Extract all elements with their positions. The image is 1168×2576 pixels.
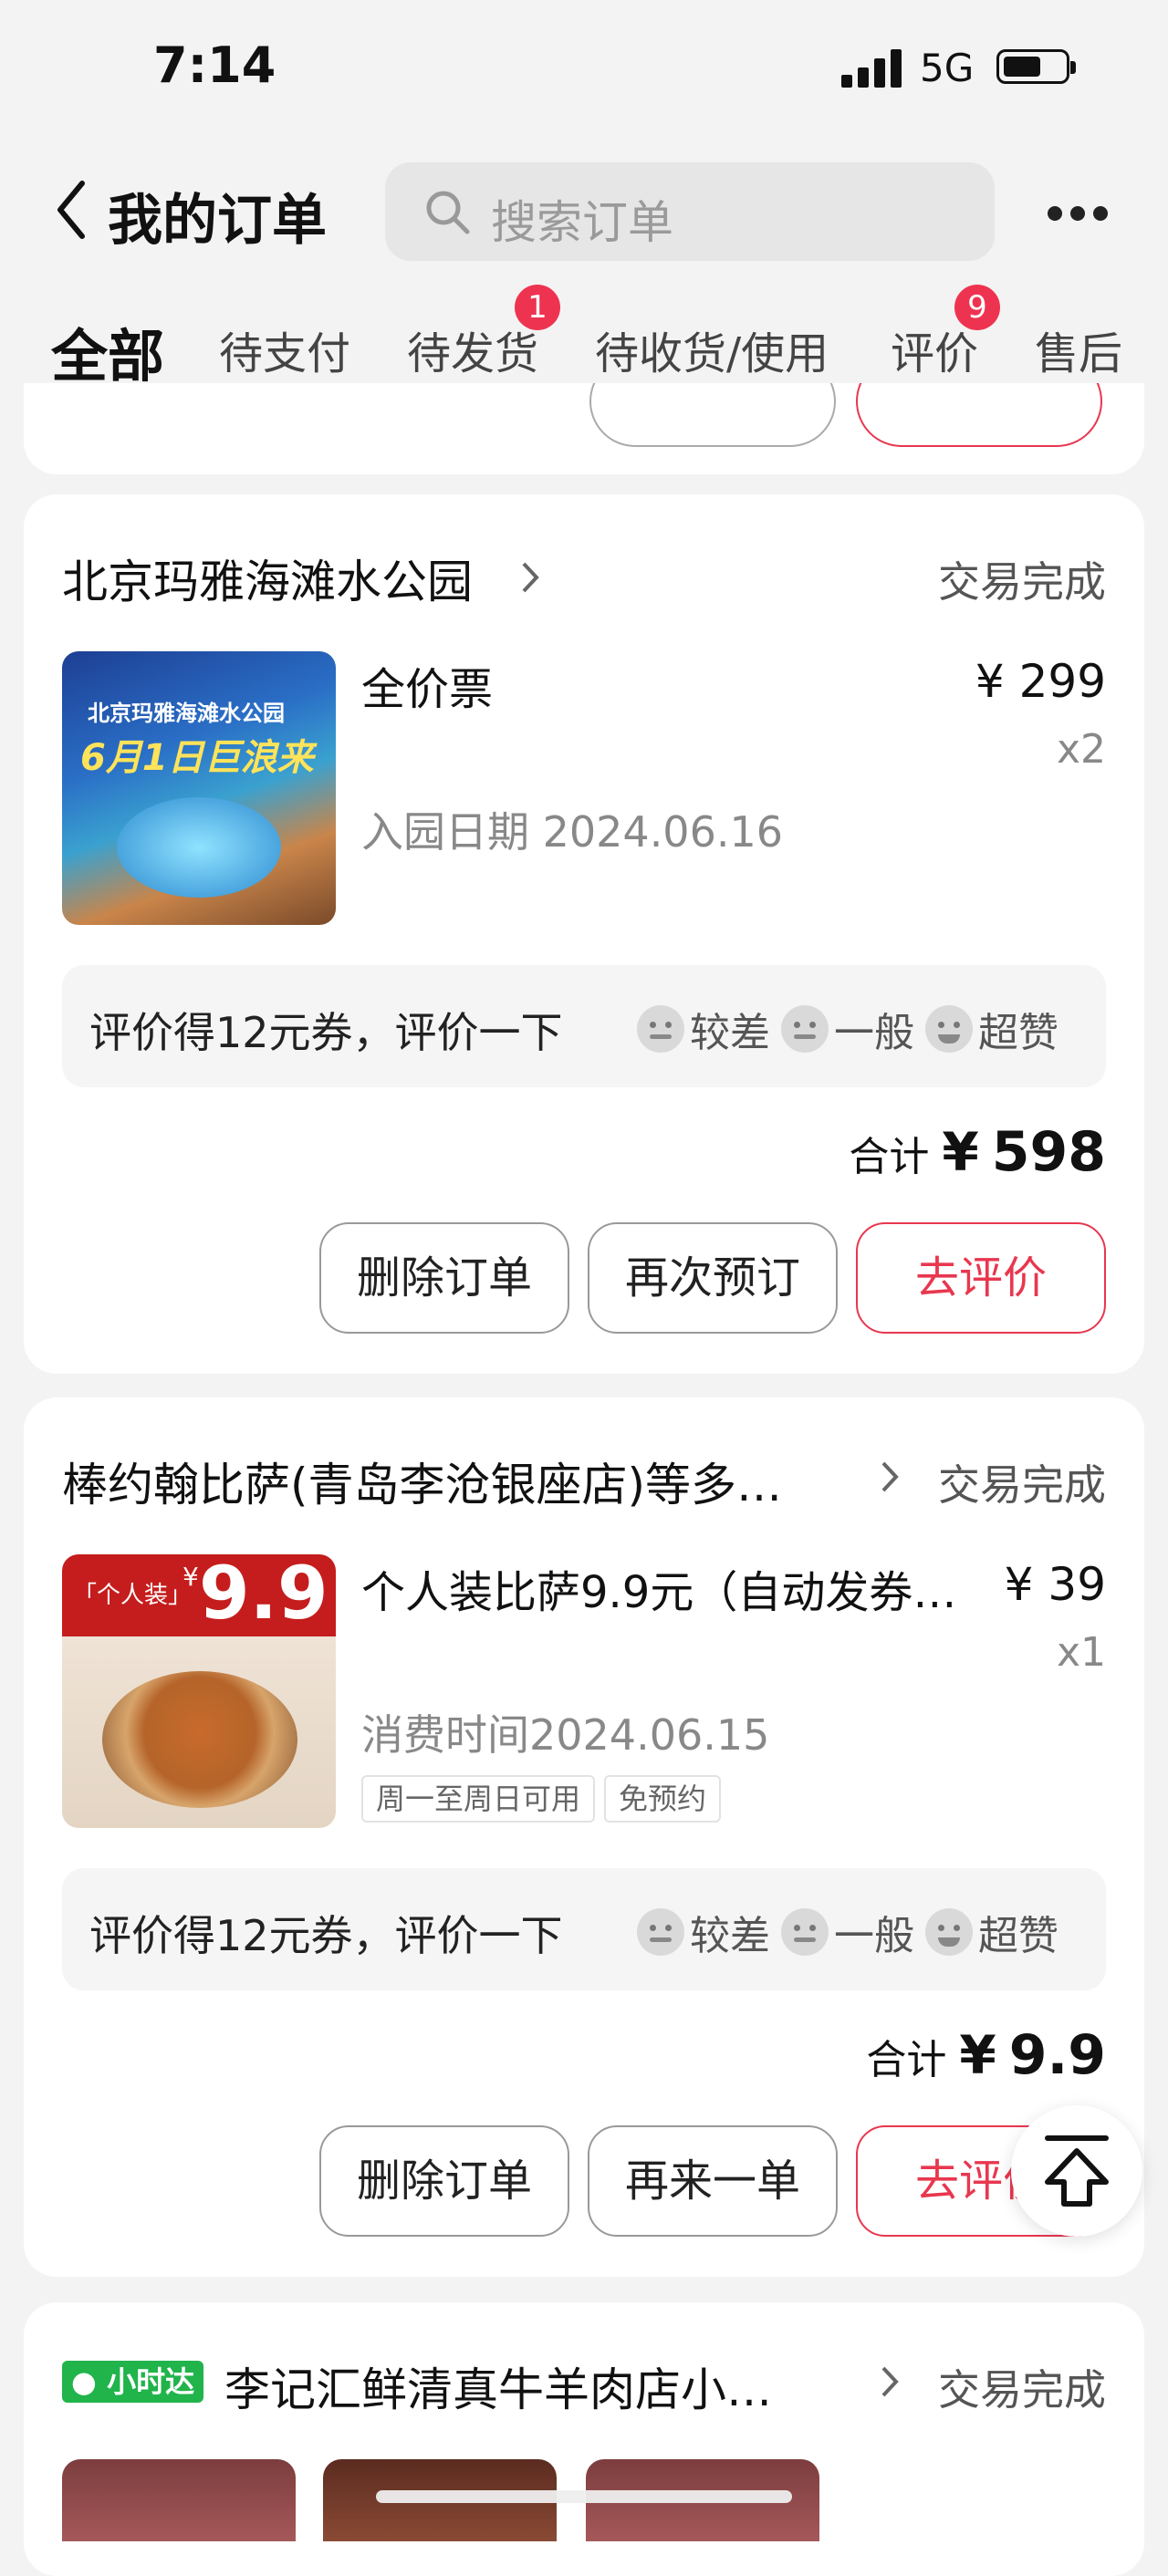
rating-good[interactable]: 超赞 bbox=[978, 1000, 1058, 1058]
previous-primary-button[interactable] bbox=[856, 383, 1102, 447]
order-status: 交易完成 bbox=[938, 1460, 1106, 1510]
previous-button[interactable] bbox=[589, 383, 836, 447]
more-icon[interactable] bbox=[1048, 206, 1108, 221]
total-amount: 9.9 bbox=[1008, 2023, 1106, 2087]
order-status: 交易完成 bbox=[938, 557, 1106, 607]
rating-bad[interactable]: 较差 bbox=[690, 1000, 770, 1058]
review-prompt[interactable]: 评价得12元券，评价一下 较差 一般 超赞 bbox=[62, 965, 1106, 1087]
review-prompt[interactable]: 评价得12元券，评价一下 较差 一般 超赞 bbox=[62, 1868, 1106, 1990]
delete-order-button[interactable]: 删除订单 bbox=[319, 1222, 569, 1334]
page-title: 我的订单 bbox=[108, 189, 327, 253]
search-icon bbox=[426, 191, 470, 234]
hourly-delivery-badge: ● 小时达 bbox=[62, 2361, 204, 2403]
rating-ok[interactable]: 一般 bbox=[834, 1000, 914, 1058]
item-price: ¥ 39 bbox=[1004, 1558, 1106, 1611]
bad-face-icon[interactable] bbox=[637, 1005, 684, 1053]
tab-pending-receipt[interactable]: 待收货/使用 bbox=[595, 317, 829, 381]
delete-order-button[interactable]: 删除订单 bbox=[319, 2125, 569, 2237]
review-button[interactable]: 去评价 bbox=[856, 1222, 1106, 1334]
shop-name[interactable]: 北京玛雅海滩水公园 bbox=[62, 545, 473, 611]
item-name[interactable]: 个人装比萨9.9元（自动发券… bbox=[361, 1556, 956, 1620]
review-text: 评价得12元券，评价一下 bbox=[89, 1911, 563, 1960]
item-quantity: x2 bbox=[1056, 726, 1106, 773]
review-badge: 9 bbox=[954, 285, 1000, 330]
arrow-up-icon bbox=[1045, 2135, 1109, 2207]
total-amount: 598 bbox=[991, 1120, 1106, 1184]
signal-icon bbox=[841, 46, 905, 88]
status-time: 7:14 bbox=[153, 36, 276, 94]
order-status: 交易完成 bbox=[938, 2365, 1106, 2415]
item-quantity: x1 bbox=[1056, 1629, 1106, 1676]
product-thumbnail[interactable] bbox=[62, 2459, 296, 2541]
chevron-right-icon bbox=[522, 562, 539, 593]
rating-good[interactable]: 超赞 bbox=[978, 1903, 1058, 1961]
shop-name[interactable]: 棒约翰比萨(青岛李沧银座店)等多… bbox=[62, 1449, 782, 1514]
reorder-button[interactable]: 再来一单 bbox=[588, 2125, 838, 2237]
consume-date: 消费时间2024.06.15 bbox=[361, 1710, 770, 1760]
rating-ok[interactable]: 一般 bbox=[834, 1903, 914, 1961]
search-placeholder: 搜索订单 bbox=[491, 196, 673, 249]
thumbnail-price: 9.9 bbox=[199, 1554, 328, 1636]
order-total: 合计 ¥ 9.9 bbox=[866, 2023, 1106, 2087]
visit-date: 入园日期 2024.06.16 bbox=[361, 807, 783, 857]
chevron-right-icon bbox=[881, 1461, 899, 1492]
rating-bad[interactable]: 较差 bbox=[690, 1903, 770, 1961]
back-arrow-icon[interactable] bbox=[53, 178, 89, 242]
thumbnail-title: 北京玛雅海滩水公园 bbox=[88, 701, 285, 726]
product-thumbnail[interactable]: 北京玛雅海滩水公园 6月1日巨浪来 bbox=[62, 651, 336, 925]
total-label: 合计 bbox=[849, 1134, 930, 1180]
tab-pending-payment[interactable]: 待支付 bbox=[219, 317, 350, 381]
hourly-delivery-label: 小时达 bbox=[107, 2364, 195, 2399]
neutral-face-icon[interactable] bbox=[781, 1908, 829, 1956]
home-indicator bbox=[376, 2490, 792, 2503]
scroll-to-top-button[interactable] bbox=[1011, 2105, 1142, 2237]
tab-pending-shipment[interactable]: 待发货 bbox=[407, 317, 538, 381]
item-price: ¥ 299 bbox=[975, 655, 1106, 708]
review-text: 评价得12元券，评价一下 bbox=[89, 1008, 563, 1057]
chevron-right-icon bbox=[881, 2366, 899, 2397]
total-currency: ¥ bbox=[959, 2024, 996, 2086]
happy-face-icon[interactable] bbox=[925, 1005, 973, 1053]
total-label: 合计 bbox=[866, 2037, 947, 2083]
usage-tag: 免预约 bbox=[604, 1775, 722, 1823]
usage-tag: 周一至周日可用 bbox=[361, 1775, 596, 1823]
tab-after-sales[interactable]: 售后 bbox=[1035, 317, 1122, 381]
order-card-previous bbox=[24, 383, 1144, 474]
rebook-button[interactable]: 再次预订 bbox=[588, 1222, 838, 1334]
order-card: 北京玛雅海滩水公园 交易完成 北京玛雅海滩水公园 6月1日巨浪来 全价票 ¥ 2… bbox=[24, 494, 1144, 1374]
thumbnail-tag: 「个人装」 bbox=[73, 1582, 193, 1609]
pending-shipment-badge: 1 bbox=[515, 285, 560, 330]
item-name[interactable]: 全价票 bbox=[361, 653, 493, 717]
network-label: 5G bbox=[920, 46, 975, 90]
total-currency: ¥ bbox=[942, 1121, 979, 1183]
shop-name[interactable]: 李记汇鲜清真牛羊肉店小… bbox=[224, 2353, 772, 2419]
happy-face-icon[interactable] bbox=[925, 1908, 973, 1956]
thumbnail-currency: ¥ bbox=[182, 1562, 199, 1592]
neutral-face-icon[interactable] bbox=[781, 1005, 829, 1053]
product-thumbnail[interactable]: 「个人装」 ¥ 9.9 bbox=[62, 1554, 336, 1828]
thumbnail-subtitle: 6月1日巨浪来 bbox=[80, 737, 314, 779]
search-input[interactable]: 搜索订单 bbox=[385, 162, 995, 261]
battery-icon bbox=[996, 49, 1076, 84]
status-bar: 7:14 5G bbox=[0, 0, 1168, 137]
order-total: 合计 ¥ 598 bbox=[849, 1120, 1106, 1184]
bad-face-icon[interactable] bbox=[637, 1908, 684, 1956]
tab-all[interactable]: 全部 bbox=[51, 310, 164, 392]
order-card: 棒约翰比萨(青岛李沧银座店)等多… 交易完成 「个人装」 ¥ 9.9 个人装比萨… bbox=[24, 1397, 1144, 2277]
